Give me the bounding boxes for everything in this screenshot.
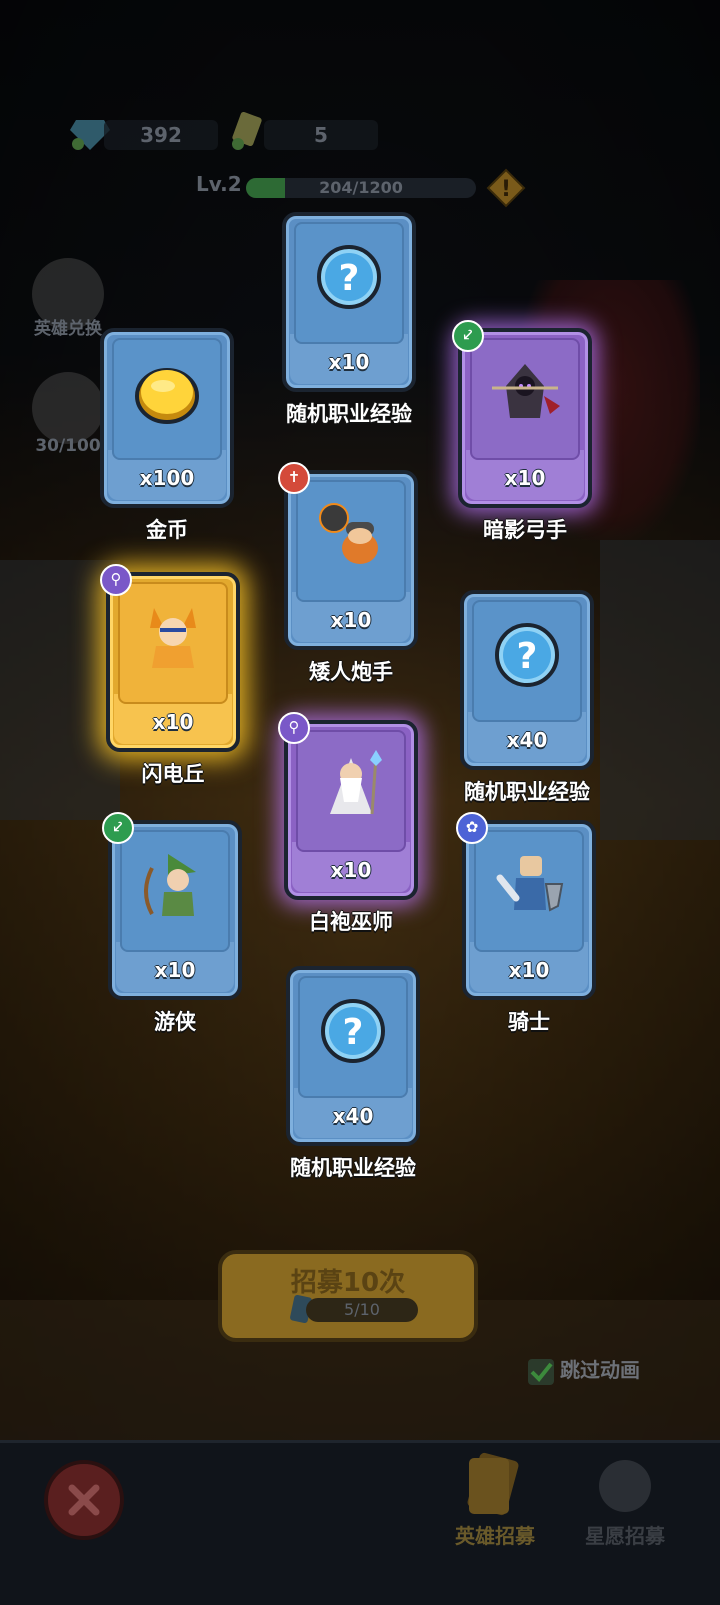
card-quantity: x10 xyxy=(328,350,370,374)
xp-bar: 204/1200 xyxy=(246,178,476,198)
reward-name-exp1: 随机职业经验 xyxy=(286,402,412,426)
card-quantity: x40 xyxy=(332,1104,374,1128)
reward-card-exp3[interactable]: ? x40 xyxy=(286,966,420,1146)
card-quantity: x10 xyxy=(154,958,196,982)
green-archer-icon xyxy=(138,848,212,922)
svg-text:?: ? xyxy=(339,258,360,299)
reward-name-knight: 骑士 xyxy=(508,1010,550,1034)
dwarf-bomber-icon xyxy=(314,498,388,572)
reward-name-exp2: 随机职业经验 xyxy=(464,780,590,804)
recruit-progress: 5/10 xyxy=(306,1298,418,1322)
checkbox[interactable] xyxy=(528,1358,554,1385)
gem-count: 392 xyxy=(104,120,218,150)
question-orb-icon: ? xyxy=(316,994,390,1068)
tab-hero-recruit[interactable]: 英雄招募 xyxy=(440,1450,550,1549)
reward-card-ranger[interactable]: x10 ⤦ xyxy=(102,812,242,1000)
reward-name-shadow-archer: 暗影弓手 xyxy=(483,518,567,542)
bow-class-icon: ⤦ xyxy=(102,812,134,844)
ticket-count: 5 xyxy=(264,120,378,150)
reward-card-gold[interactable]: x100 xyxy=(100,328,234,508)
cross-class-icon: ✝ xyxy=(278,462,310,494)
question-orb-icon: ? xyxy=(490,618,564,692)
reward-card-white-wizard[interactable]: x10 ⚲ xyxy=(278,712,418,900)
reward-card-knight[interactable]: x10 ✿ xyxy=(456,812,596,1000)
question-orb-icon: ? xyxy=(312,240,386,314)
card-quantity: x40 xyxy=(506,728,548,752)
star-icon xyxy=(32,372,104,444)
ticket-stack-icon xyxy=(467,1452,519,1516)
ticket-icon xyxy=(232,112,262,150)
staff-class-icon: ⚲ xyxy=(278,712,310,744)
bow-class-icon: ⤦ xyxy=(452,320,484,352)
card-quantity: x10 xyxy=(330,608,372,632)
reward-card-exp1[interactable]: ? x10 xyxy=(282,212,416,392)
close-button[interactable] xyxy=(44,1460,124,1540)
reward-name-dwarf-gunner: 矮人炮手 xyxy=(309,660,393,684)
skip-animation-label: 跳过动画 xyxy=(560,1358,640,1382)
paw-class-icon: ✿ xyxy=(456,812,488,844)
reward-card-exp2[interactable]: ? x40 xyxy=(460,590,594,770)
fox-girl-icon xyxy=(136,600,210,674)
close-icon xyxy=(68,1484,100,1516)
checkmark-icon xyxy=(530,1362,553,1382)
recruit-10-button[interactable]: 招募10次 5/10 xyxy=(218,1250,478,1342)
warning-icon[interactable]: ! xyxy=(486,168,526,208)
staff-class-icon: ⚲ xyxy=(100,564,132,596)
tab-wish-recruit[interactable]: 星愿招募 xyxy=(570,1450,680,1549)
old-wizard-icon xyxy=(314,748,388,822)
gold-coin-icon xyxy=(130,356,204,430)
card-quantity: x10 xyxy=(504,466,546,490)
svg-text:!: ! xyxy=(501,177,511,202)
skip-animation-toggle[interactable]: 跳过动画 xyxy=(528,1354,640,1385)
card-quantity: x10 xyxy=(508,958,550,982)
wish-recruit-label: 星愿招募 xyxy=(585,1524,665,1548)
hero-recruit-label: 英雄招募 xyxy=(455,1524,535,1548)
svg-text:?: ? xyxy=(343,1012,364,1053)
reward-card-lightning[interactable]: x10 ⚲ xyxy=(100,564,240,752)
reward-name-gold: 金币 xyxy=(146,518,188,542)
card-quantity: x10 xyxy=(330,858,372,882)
reward-name-lightning: 闪电丘 xyxy=(141,762,205,786)
hooded-archer-icon xyxy=(488,356,562,430)
level-label: Lv.2 xyxy=(196,172,242,196)
reward-name-exp3: 随机职业经验 xyxy=(290,1156,416,1180)
svg-text:?: ? xyxy=(517,636,538,677)
xp-text: 204/1200 xyxy=(319,178,403,197)
sword-knight-icon xyxy=(492,848,566,922)
hero-exchange-button[interactable]: 英雄兑换 xyxy=(22,258,114,339)
reward-name-white-wizard: 白袍巫师 xyxy=(309,910,393,934)
reward-name-ranger: 游侠 xyxy=(154,1010,196,1034)
reward-card-shadow-archer[interactable]: x10 ⤦ xyxy=(452,320,592,508)
crest-icon xyxy=(599,1460,651,1512)
card-quantity: x100 xyxy=(139,466,195,490)
card-quantity: x10 xyxy=(152,710,194,734)
reward-card-dwarf-gunner[interactable]: x10 ✝ xyxy=(278,462,418,650)
recruit-title: 招募10次 xyxy=(290,1268,406,1298)
